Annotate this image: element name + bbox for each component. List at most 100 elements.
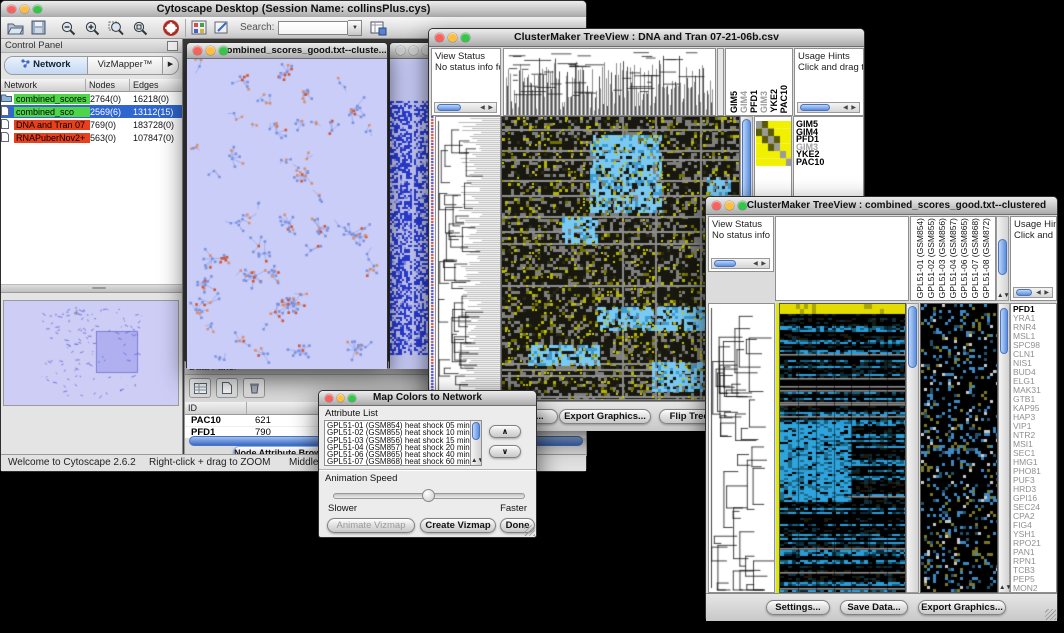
network-list-item[interactable]: DNA and Tran 07769(0)183728(0) [1, 118, 182, 131]
network-overview-canvas[interactable] [4, 301, 178, 405]
save-data-button[interactable]: Save Data... [840, 600, 908, 615]
zoom-window-icon[interactable] [738, 201, 747, 210]
dialog-title: Map Colors to Network [373, 392, 482, 403]
heatmap-canvas[interactable] [502, 117, 739, 400]
column-label: GIM3 [759, 91, 769, 113]
attribute-item[interactable]: GPL51-07 (GSM868) heat shock 60 min [325, 458, 481, 465]
zoom-window-icon[interactable] [219, 46, 228, 55]
table-icon[interactable] [189, 378, 211, 398]
help-lifering-icon[interactable] [163, 20, 180, 36]
labels-vscrollbar[interactable]: ▲▼ [996, 216, 1009, 301]
close-icon[interactable] [7, 5, 16, 14]
animation-speed-slider[interactable] [333, 493, 525, 499]
network-list-item[interactable]: combined_scores2764(0)16218(0) [1, 92, 182, 105]
heatmap-vscrollbar[interactable] [906, 303, 919, 593]
animate-vizmap-button[interactable]: Animate Vizmap [327, 518, 415, 533]
column-dendrogram-canvas[interactable] [504, 49, 715, 115]
search-dropdown-button[interactable]: ▼ [348, 20, 362, 36]
network-graph-canvas[interactable] [187, 59, 387, 369]
row-dendrogram-canvas[interactable] [709, 304, 774, 592]
minimize-icon[interactable] [725, 201, 734, 210]
status-scrollbar[interactable]: ◀ ▶ [434, 102, 497, 113]
minimize-icon[interactable] [337, 394, 345, 402]
zoom-window-icon[interactable] [33, 5, 42, 14]
genes-vscrollbar[interactable]: ▲▼ [998, 303, 1010, 593]
close-icon[interactable] [435, 33, 444, 42]
minimize-icon[interactable] [20, 5, 29, 14]
column-nodes: Nodes [86, 79, 130, 91]
attribute-item[interactable]: GPL51-02 (GSM855) heat shock 10 min [325, 429, 481, 436]
resize-grip[interactable] [524, 525, 535, 536]
attribute-item[interactable]: GPL51-03 (GSM856) heat shock 15 min [325, 437, 481, 444]
save-icon[interactable] [31, 20, 46, 35]
annotation-icon[interactable] [214, 20, 230, 35]
row-dendrogram-panel[interactable] [435, 116, 501, 401]
attribute-item[interactable]: GPL51-01 (GSM854) heat shock 05 min [325, 422, 481, 429]
resize-grip[interactable] [1045, 609, 1056, 620]
usage-hints-message: Click and drag to [798, 62, 863, 73]
scroll-strip[interactable] [717, 48, 724, 116]
zoom-in-icon[interactable] [84, 20, 101, 36]
minimize-icon[interactable] [448, 33, 457, 42]
settings-button[interactable]: Settings... [766, 600, 830, 615]
column-dendrogram-panel[interactable] [503, 48, 716, 116]
tab-network[interactable]: Network [5, 57, 88, 74]
panel-divider[interactable] [1, 285, 182, 293]
toolbar-separator [185, 19, 186, 37]
minimize-icon[interactable] [206, 46, 215, 55]
attribute-item[interactable]: GPL51-04 (GSM857) heat shock 20 min [325, 444, 481, 451]
move-down-button[interactable]: ∨ [489, 445, 521, 458]
zoom-window-icon[interactable] [461, 33, 470, 42]
delete-trash-icon[interactable] [243, 378, 265, 398]
hints-scrollbar[interactable]: ◀ ▶ [797, 102, 860, 113]
close-icon[interactable] [396, 46, 405, 55]
row-dendrogram-canvas[interactable] [436, 117, 500, 400]
treeview-combined-title: ClusterMaker TreeView : combined_scores_… [717, 200, 1046, 211]
zoom-heatmap-canvas[interactable] [756, 121, 792, 167]
export-graphics-button[interactable]: Export Graphics... [559, 409, 651, 424]
slider-thumb[interactable] [422, 489, 435, 502]
zoom-fit-icon[interactable] [132, 20, 149, 36]
close-icon[interactable] [325, 394, 333, 402]
network-view-window: combined_scores_good.txt--cluste... [186, 42, 388, 368]
heatmap-panel[interactable] [779, 303, 906, 593]
network-list-item[interactable]: RNAPuberNov2+563(0)107847(0) [1, 131, 182, 144]
network-list-item[interactable]: combined_sco2569(6)13112(15) [1, 105, 182, 118]
network-nodes: 769(0) [90, 120, 133, 130]
open-folder-icon[interactable] [7, 20, 24, 35]
export-graphics-button[interactable]: Export Graphics... [918, 600, 1006, 615]
close-icon[interactable] [193, 46, 202, 55]
zoom-view-panel[interactable] [920, 303, 998, 593]
float-panel-icon[interactable] [167, 41, 178, 51]
tab-overflow-button[interactable]: ▶ [163, 57, 178, 74]
row-dendrogram-panel[interactable] [708, 303, 775, 593]
network-list: combined_scores2764(0)16218(0)combined_s… [1, 92, 182, 285]
network-overview[interactable] [3, 300, 179, 406]
zoom-out-icon[interactable] [60, 20, 77, 36]
zoom-selected-icon[interactable] [108, 20, 125, 36]
column-labels-panel: GIM5GIM4PFD1GIM3YKE2PAC10 [725, 48, 793, 116]
column-tree-panel[interactable] [775, 216, 909, 301]
vizmap-grid-icon[interactable] [191, 20, 207, 35]
window-controls[interactable] [7, 5, 42, 14]
create-vizmap-button[interactable]: Create Vizmap [420, 518, 496, 533]
control-panel-tabs: Network VizMapper™ ▶ [4, 56, 179, 75]
hints-scrollbar[interactable]: ◀ ▶ [1013, 287, 1053, 298]
new-page-icon[interactable] [216, 378, 238, 398]
main-titlebar[interactable]: Cytoscape Desktop (Session Name: collins… [1, 1, 586, 18]
attribute-browser-icon[interactable] [370, 20, 387, 36]
move-up-button[interactable]: ∧ [489, 425, 521, 438]
status-scrollbar[interactable]: ◀ ▶ [711, 258, 770, 269]
list-vscrollbar[interactable]: ▲▼ [470, 421, 481, 465]
tab-vizmapper[interactable]: VizMapper™ [88, 57, 163, 74]
attribute-item[interactable]: GPL51-06 (GSM865) heat shock 40 min [325, 451, 481, 458]
close-icon[interactable] [712, 201, 721, 210]
search-input[interactable] [278, 21, 348, 35]
attribute-listbox[interactable]: GPL51-01 (GSM854) heat shock 05 minGPL51… [324, 420, 482, 466]
zoom-heatmap-canvas[interactable] [921, 304, 997, 592]
heatmap-canvas[interactable] [780, 304, 905, 592]
minimize-icon[interactable] [409, 46, 418, 55]
network-table-header[interactable]: Network Nodes Edges [1, 79, 182, 92]
column-label: GPL51-03 (GSM856) [937, 218, 948, 298]
zoom-window-icon[interactable] [348, 394, 356, 402]
